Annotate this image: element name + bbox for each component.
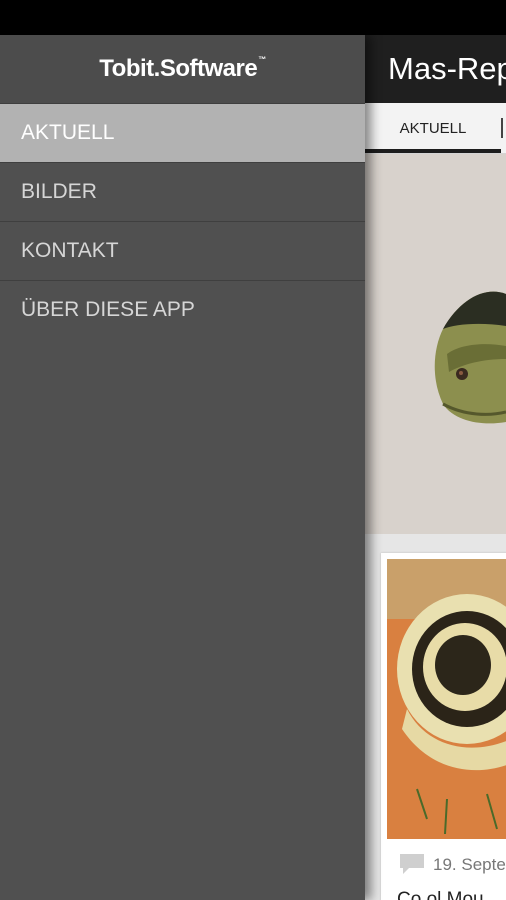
tab-divider [501, 118, 503, 138]
tab-label: AKTUELL [399, 120, 467, 137]
drawer-header: Tobit.Software™ [0, 35, 365, 104]
main-content: Mas-Rep AKTUELL 19. Septe Co ol Mou [365, 35, 506, 900]
app-title: Mas-Rep [388, 51, 506, 86]
drawer-item-ueber-diese-app[interactable]: ÜBER DIESE APP [0, 281, 365, 339]
drawer-item-kontakt[interactable]: KONTAKT [0, 222, 365, 281]
comment-icon [400, 854, 424, 874]
tab-bar: AKTUELL [365, 103, 506, 154]
drawer-menu: AKTUELL BILDER KONTAKT ÜBER DIESE APP [0, 104, 365, 339]
hero-image[interactable] [365, 154, 506, 534]
action-bar: Mas-Rep [365, 35, 506, 103]
drawer-item-aktuell[interactable]: AKTUELL [0, 104, 365, 163]
tobit-software-logo: Tobit.Software™ [0, 55, 365, 83]
tab-indicator [365, 149, 501, 153]
navigation-drawer: Tobit.Software™ AKTUELL BILDER KONTAKT Ü… [0, 35, 365, 900]
drawer-item-label: BILDER [21, 180, 97, 203]
drawer-item-bilder[interactable]: BILDER [0, 163, 365, 222]
news-card[interactable]: 19. Septe Co ol Mou [381, 553, 506, 900]
drawer-item-label: ÜBER DIESE APP [21, 298, 195, 321]
snake-coil-image [387, 559, 506, 839]
card-image [387, 559, 506, 839]
snake-head-image [365, 154, 506, 534]
card-title: Co ol Mou [397, 889, 484, 900]
drawer-item-label: AKTUELL [21, 121, 115, 144]
logo-trademark: ™ [258, 55, 266, 64]
tab-aktuell[interactable]: AKTUELL [365, 103, 501, 153]
card-date: 19. Septe [433, 855, 506, 874]
logo-text: Tobit.Software [99, 55, 258, 82]
status-bar [0, 0, 506, 35]
drawer-item-label: KONTAKT [21, 239, 119, 262]
